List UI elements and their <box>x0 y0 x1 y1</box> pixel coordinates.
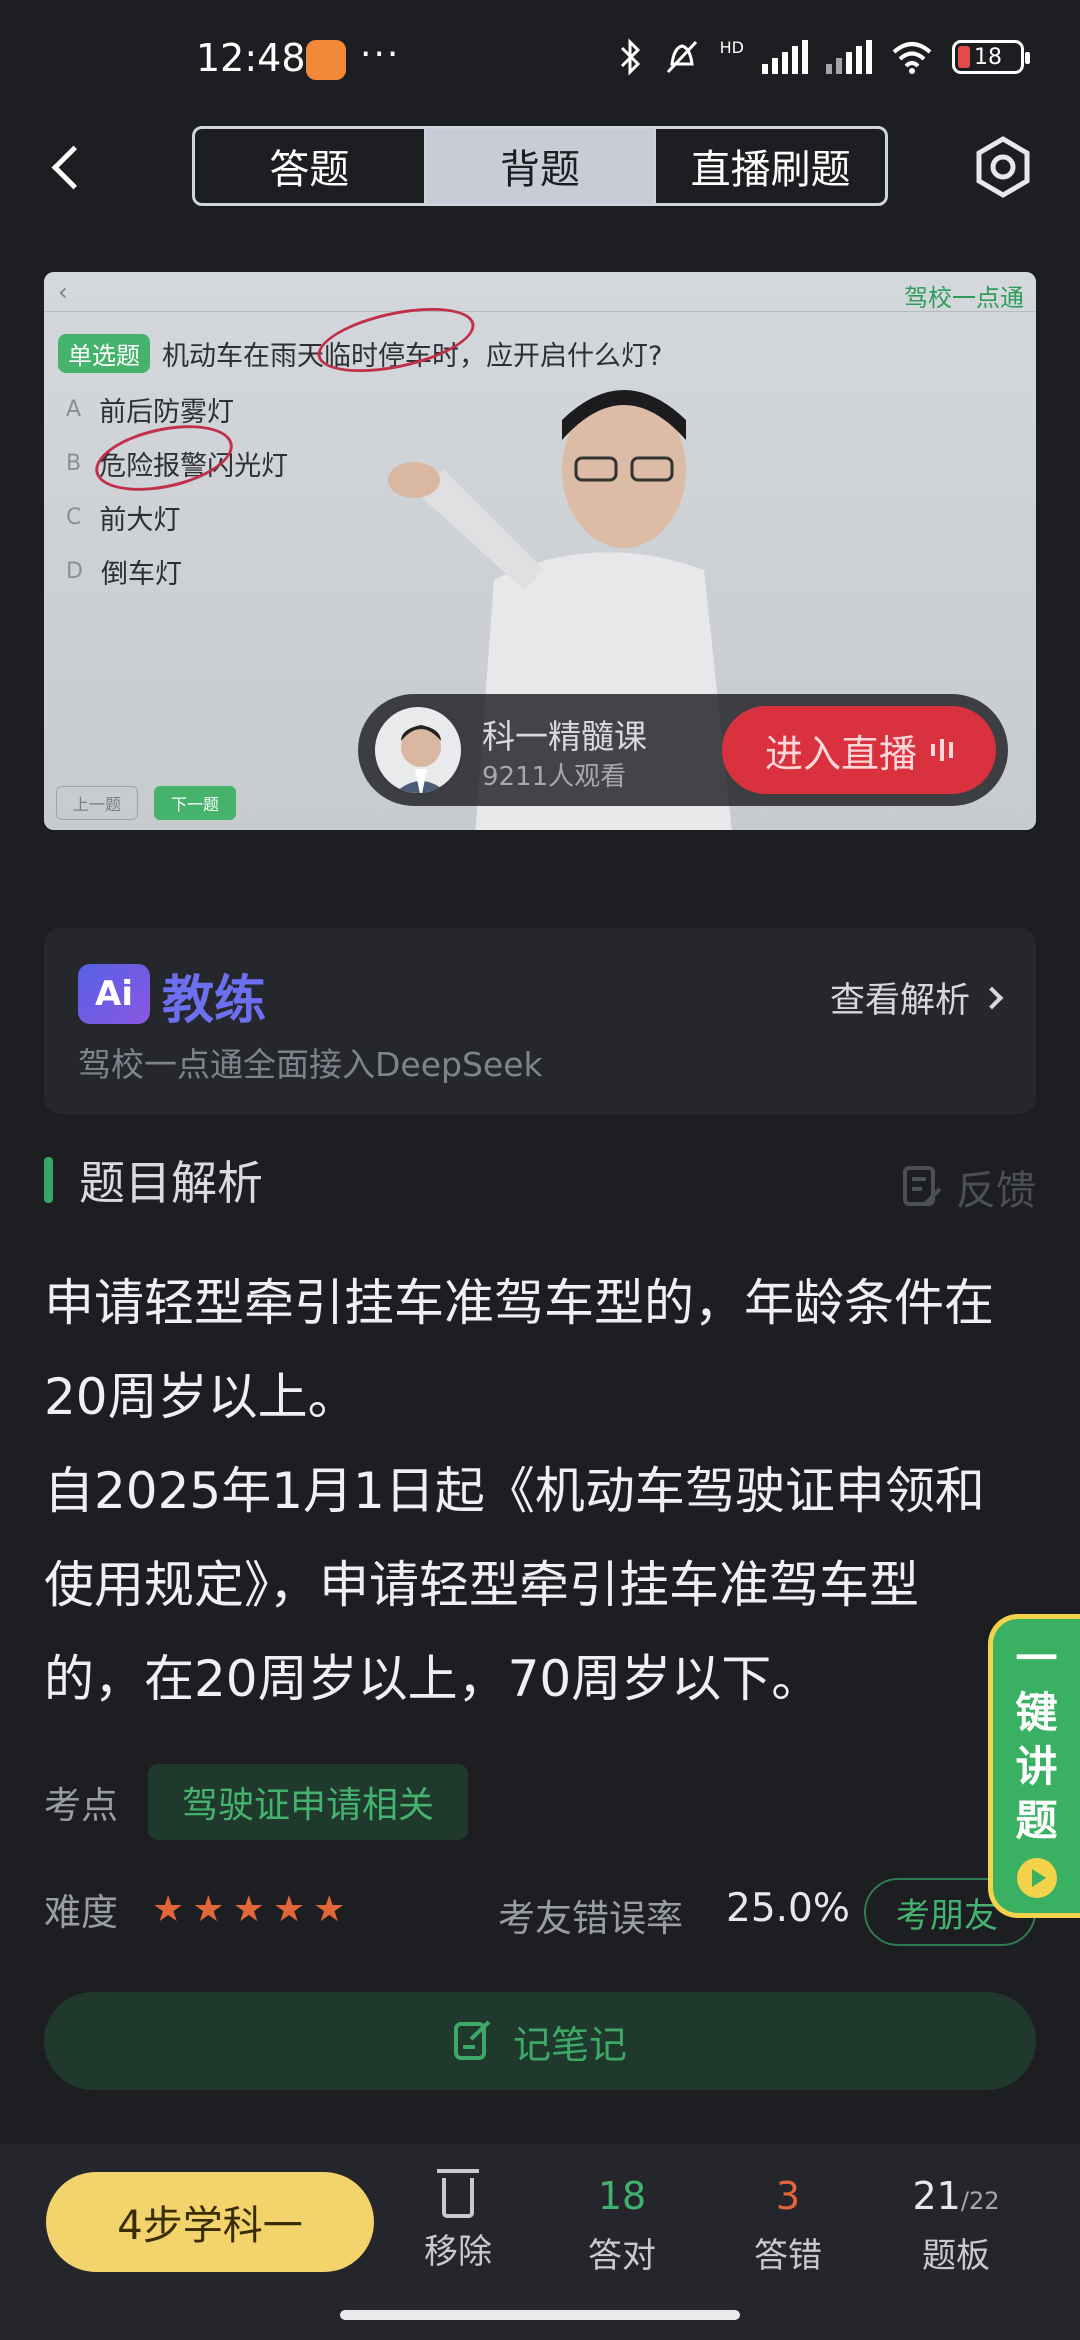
back-button[interactable] <box>44 138 96 198</box>
difficulty-row: 难度 ★ ★ ★ ★ ★ <box>44 1882 345 1936</box>
ai-logo-icon: Ai <box>78 964 150 1024</box>
slide-next: 下一题 <box>154 786 237 820</box>
remove-button[interactable]: 移除 <box>388 2169 528 2273</box>
enter-live-button[interactable]: 进入直播 <box>722 706 996 794</box>
question-board-button[interactable]: 21/22 题板 <box>886 2170 1026 2277</box>
home-indicator[interactable] <box>340 2310 740 2320</box>
star-icon: ★ <box>192 1888 225 1930</box>
live-banner[interactable]: 科一精髓课 9211人观看 进入直播 <box>358 694 1008 806</box>
option-d: D 倒车灯 <box>66 559 182 590</box>
error-rate-label: 考友错误率 <box>498 1897 683 1940</box>
signal-icon <box>762 40 808 74</box>
more-notifications: ··· <box>360 34 401 75</box>
tab-answer[interactable]: 答题 <box>195 129 424 203</box>
mode-tabs: 答题 背题 直播刷题 <box>192 126 888 206</box>
board-total: /22 <box>960 2187 1000 2215</box>
ai-coach-card[interactable]: Ai 教练 驾校一点通全面接入DeepSeek 查看解析 <box>44 928 1036 1114</box>
learn-steps-button[interactable]: 4步学科一 <box>46 2172 374 2272</box>
board-progress: 21/22 <box>886 2170 1026 2222</box>
knowledge-point-tag[interactable]: 驾驶证申请相关 <box>148 1764 469 1840</box>
live-viewers: 9211人观看 <box>482 762 627 792</box>
remove-label: 移除 <box>424 2232 492 2272</box>
analysis-paragraph: 自2025年1月1日起《机动车驾驶证申领和使用规定》，申请轻型牵引挂车准驾车型的… <box>44 1462 985 1708</box>
board-label: 题板 <box>922 2236 990 2276</box>
app-notification-icon <box>306 40 346 80</box>
error-rate-value: 25.0% <box>726 1886 850 1931</box>
view-analysis-link[interactable]: 查看解析 <box>829 972 1004 1023</box>
knowledge-point-row: 考点 驾驶证申请相关 <box>44 1764 469 1840</box>
feedback-button[interactable]: 反馈 <box>902 1158 1036 1216</box>
wrong-count-button[interactable]: 3 答错 <box>718 2170 858 2277</box>
difficulty-stars: ★ ★ ★ ★ ★ <box>152 1889 345 1930</box>
view-analysis-label: 查看解析 <box>829 981 970 1021</box>
ai-subtitle: 驾校一点通全面接入DeepSeek <box>78 1045 543 1084</box>
one-key-explain-button[interactable]: 一 键 讲 题 <box>988 1614 1080 1918</box>
correct-count: 18 <box>597 2174 647 2218</box>
wrong-label: 答错 <box>754 2236 822 2276</box>
slide-header: ‹ 驾校一点通 <box>44 272 1036 312</box>
battery-level: 18 <box>974 44 1002 70</box>
analysis-title: 题目解析 <box>79 1156 263 1210</box>
bluetooth-icon <box>620 38 640 76</box>
float-char: 一 <box>1015 1634 1058 1683</box>
ai-title: 教练 <box>162 971 267 1031</box>
live-title: 科一精髓课 <box>482 717 647 756</box>
live-host-avatar <box>372 704 464 796</box>
live-bars-icon <box>931 739 953 761</box>
play-icon <box>1016 1858 1057 1898</box>
analysis-paragraph: 申请轻型牵引挂车准驾车型的，年龄条件在20周岁以上。 <box>44 1274 994 1426</box>
tab-live-practice[interactable]: 直播刷题 <box>654 129 885 203</box>
question-type-tag: 单选题 <box>58 334 150 373</box>
wrong-count: 3 <box>775 2174 801 2218</box>
wifi-icon <box>892 42 932 74</box>
analysis-text: 申请轻型牵引挂车准驾车型的，年龄条件在20周岁以上。 自2025年1月1日起《机… <box>44 1256 1004 1726</box>
slide-back-icon: ‹ <box>58 278 68 306</box>
status-time: 12:48 <box>196 36 306 80</box>
tab-recite[interactable]: 背题 <box>423 129 655 203</box>
correct-count-button[interactable]: 18 答对 <box>552 2170 692 2277</box>
note-icon <box>453 2020 491 2060</box>
star-icon: ★ <box>232 1888 265 1930</box>
status-bar: 12:48 ··· HD 18 <box>0 0 1080 120</box>
analysis-header: 题目解析 <box>44 1152 263 1210</box>
star-icon: ★ <box>152 1888 185 1930</box>
difficulty-label: 难度 <box>44 1891 118 1934</box>
mute-icon <box>666 40 697 74</box>
knowledge-point-label: 考点 <box>44 1784 118 1827</box>
float-char: 键 <box>1015 1688 1058 1737</box>
take-note-button[interactable]: 记笔记 <box>44 1992 1036 2090</box>
section-accent-bar <box>44 1157 53 1203</box>
slide-logo: 驾校一点通 <box>904 284 1024 312</box>
slide-controls: 上一题 下一题 <box>56 786 237 820</box>
hd-label: HD <box>719 37 744 57</box>
option-c: C 前大灯 <box>66 505 181 536</box>
enter-live-label: 进入直播 <box>764 731 917 776</box>
feedback-label: 反馈 <box>956 1168 1036 1214</box>
signal-2-icon <box>826 40 872 74</box>
correct-label: 答对 <box>588 2236 656 2276</box>
status-icons: HD 18 <box>618 37 1030 76</box>
live-video[interactable]: ‹ 驾校一点通 单选题 机动车在雨天临时停车时，应开启什么灯? A 前后防雾灯 B… <box>44 272 1036 830</box>
float-char: 讲 <box>1015 1742 1058 1791</box>
star-icon: ★ <box>272 1888 306 1930</box>
float-char: 题 <box>1015 1796 1058 1845</box>
feedback-icon <box>903 1166 942 1207</box>
settings-icon[interactable] <box>972 136 1034 198</box>
board-current: 21 <box>912 2174 961 2218</box>
chevron-right-icon <box>980 986 1004 1009</box>
slide-prev: 上一题 <box>56 786 139 820</box>
take-note-label: 记笔记 <box>512 2022 627 2067</box>
star-icon: ★ <box>313 1888 346 1930</box>
battery-icon: 18 <box>952 40 1030 74</box>
option-a: A 前后防雾灯 <box>66 397 235 428</box>
trash-icon <box>437 2169 479 2218</box>
